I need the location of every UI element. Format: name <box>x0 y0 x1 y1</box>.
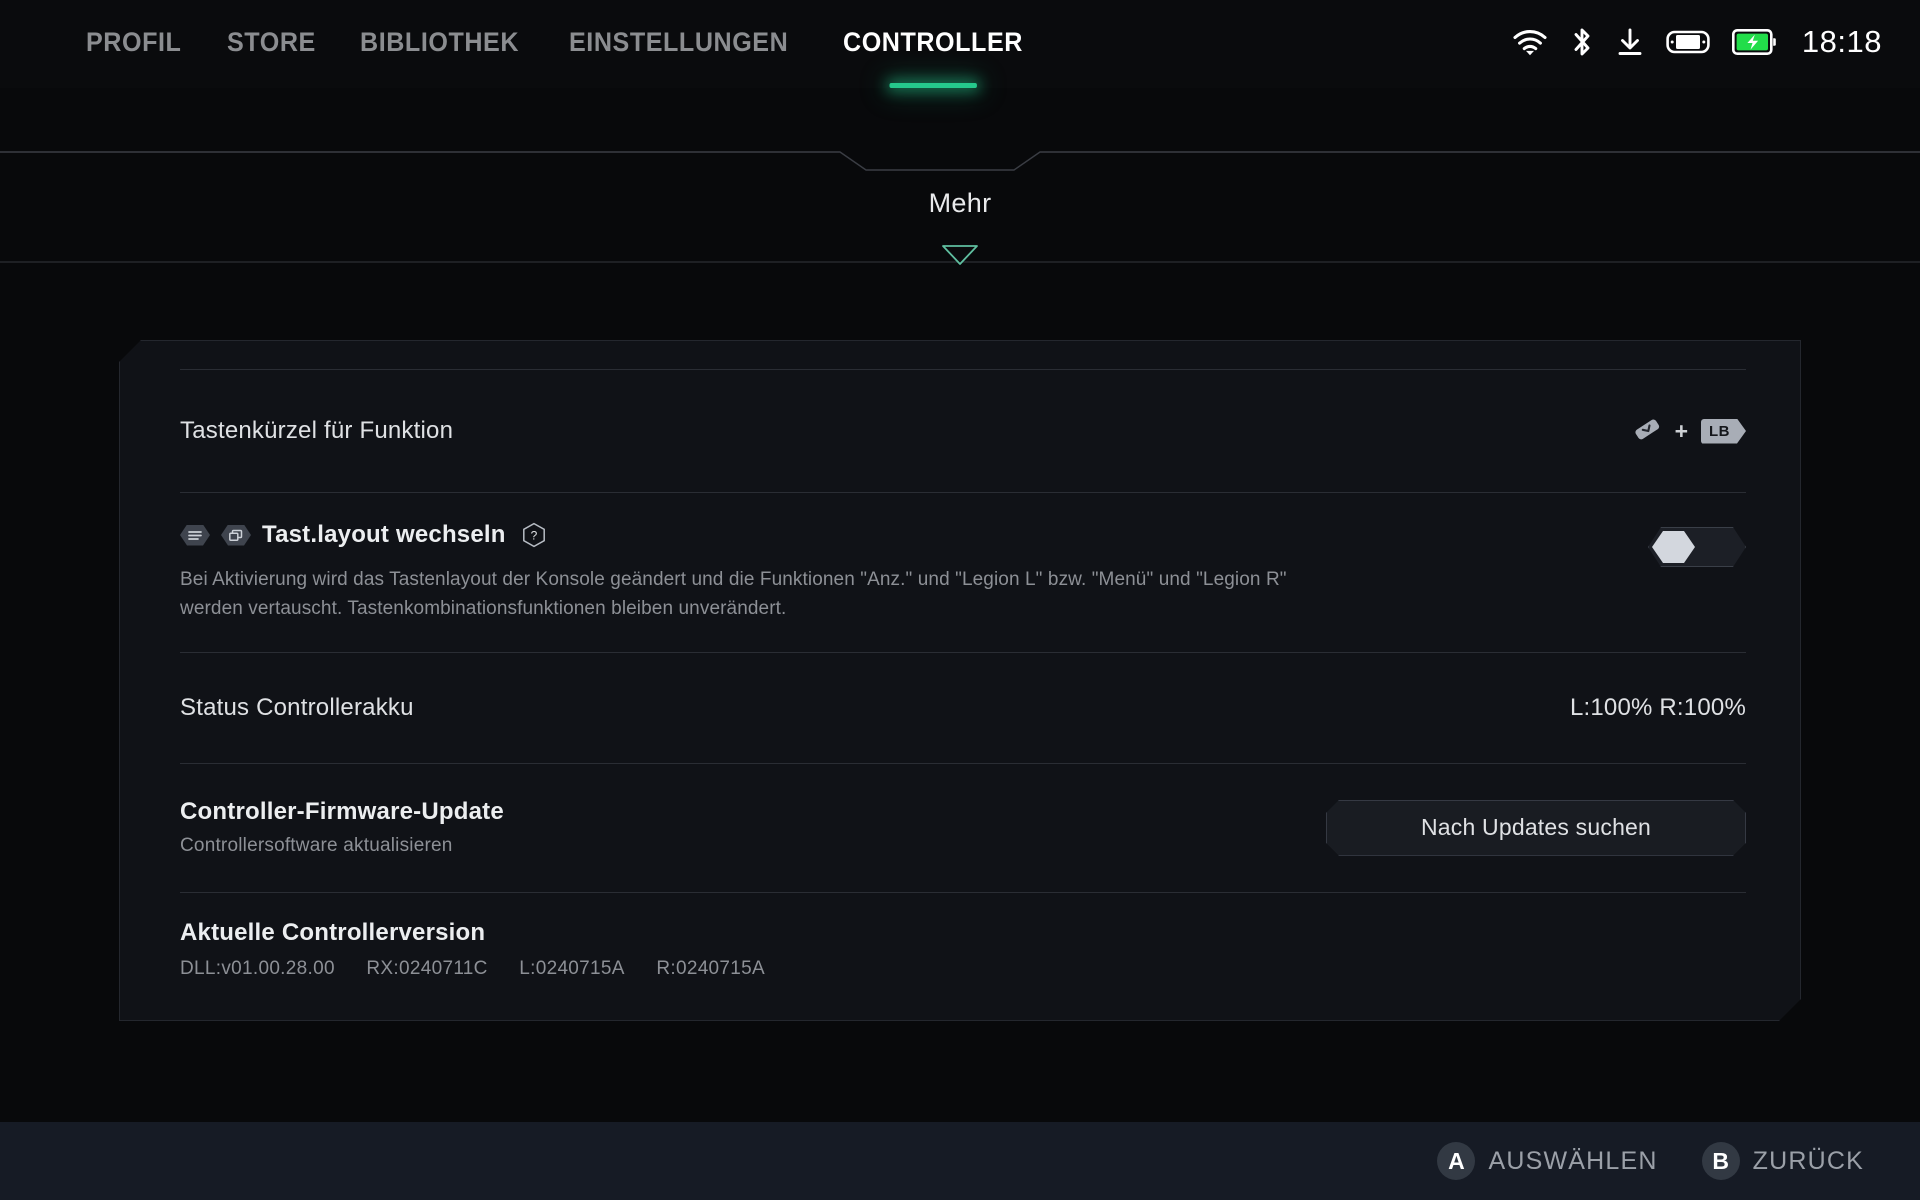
hint-select[interactable]: A AUSWÄHLEN <box>1437 1142 1657 1180</box>
row-title: Tast.layout wechseln <box>262 521 506 548</box>
section-header: Mehr <box>0 120 1920 270</box>
row-title: Aktuelle Controllerversion <box>180 918 486 946</box>
row-shortcut-for-function[interactable]: Tastenkürzel für Funktion + LB <box>180 370 1746 492</box>
row-controller-battery-status: Status Controllerakku L:100% R:100% <box>180 653 1746 763</box>
version-values: DLL:v01.00.28.00 RX:0240711C L:0240715A … <box>180 958 1746 980</box>
handheld-device-icon <box>1666 28 1710 56</box>
nav-tab-controller[interactable]: CONTROLLER <box>842 26 1023 88</box>
settings-list: Tastenkürzel für Funktion + LB Tast.layo… <box>180 341 1746 980</box>
version-right: R:0240715A <box>656 957 766 979</box>
active-tab-underline <box>889 82 977 88</box>
svg-text:?: ? <box>531 529 538 543</box>
caret-down-icon[interactable] <box>941 244 979 271</box>
button-a-icon: A <box>1437 1142 1476 1180</box>
settings-card: Tastenkürzel für Funktion + LB Tast.layo… <box>119 340 1801 1021</box>
row-title: Status Controllerakku <box>180 693 414 721</box>
hint-label: AUSWÄHLEN <box>1488 1146 1658 1175</box>
nav-tab-label: PROFIL <box>86 26 182 57</box>
key-layout-toggle[interactable] <box>1648 527 1746 567</box>
row-text-block: Controller-Firmware-Update Controllersof… <box>180 798 504 857</box>
check-for-updates-button[interactable]: Nach Updates suchen <box>1326 800 1746 856</box>
row-controller-firmware-update[interactable]: Controller-Firmware-Update Controllersof… <box>180 764 1746 892</box>
nav-tab-profil[interactable]: PROFIL <box>86 27 181 62</box>
bottom-hint-bar: A AUSWÄHLEN B ZURÜCK <box>0 1122 1920 1200</box>
battery-charging-icon <box>1731 29 1776 55</box>
nav-tab-label: STORE <box>226 26 316 57</box>
menu-hex-icon <box>180 525 210 546</box>
toggle-knob <box>1652 531 1695 563</box>
button-label: Nach Updates suchen <box>1420 814 1652 841</box>
version-left: L:0240715A <box>519 957 625 979</box>
window-swap-hex-icon <box>221 525 251 546</box>
battery-value: L:100% R:100% <box>1569 693 1746 721</box>
section-top-rule <box>0 148 1920 174</box>
section-title: Mehr <box>928 188 992 218</box>
nav-tabs: PROFIL STORE BIBLIOTHEK EINSTELLUNGEN CO… <box>86 20 1036 88</box>
clock: 18:18 <box>1801 24 1882 59</box>
lb-key-badge: LB <box>1701 419 1746 444</box>
wifi-icon <box>1512 28 1548 56</box>
bluetooth-icon <box>1570 26 1594 58</box>
row-description: Bei Aktivierung wird das Tastenlayout de… <box>180 569 1287 620</box>
row-switch-key-layout[interactable]: Tast.layout wechseln ? Bei Aktivierung w… <box>180 493 1746 652</box>
shortcut-combo: + LB <box>1632 414 1746 449</box>
button-b-icon: B <box>1701 1142 1740 1180</box>
hint-label: ZURÜCK <box>1752 1146 1864 1175</box>
hint-back[interactable]: B ZURÜCK <box>1701 1142 1864 1180</box>
plus-symbol: + <box>1674 417 1688 444</box>
nav-tab-bibliothek[interactable]: BIBLIOTHEK <box>360 27 519 62</box>
version-dll: DLL:v01.00.28.00 <box>180 957 335 979</box>
nav-tab-store[interactable]: STORE <box>227 27 316 62</box>
nav-tab-einstellungen[interactable]: EINSTELLUNGEN <box>569 27 788 62</box>
row-header: Tast.layout wechseln ? <box>180 521 1746 549</box>
top-navigation-bar: PROFIL STORE BIBLIOTHEK EINSTELLUNGEN CO… <box>0 0 1920 88</box>
nav-tab-label: CONTROLLER <box>842 26 1023 57</box>
legion-button-icon <box>1632 414 1662 449</box>
row-current-controller-version: Aktuelle Controllerversion DLL:v01.00.28… <box>180 893 1746 980</box>
row-subtitle: Controllersoftware aktualisieren <box>180 835 453 857</box>
row-title: Tastenkürzel für Funktion <box>180 417 454 444</box>
nav-tab-label: EINSTELLUNGEN <box>569 26 789 57</box>
version-rx: RX:0240711C <box>366 957 488 979</box>
row-title: Controller-Firmware-Update <box>180 798 504 826</box>
help-icon[interactable]: ? <box>521 522 548 549</box>
status-icons: 18:18 <box>1512 16 1882 68</box>
nav-tab-label: BIBLIOTHEK <box>360 26 520 57</box>
download-icon <box>1616 27 1644 57</box>
